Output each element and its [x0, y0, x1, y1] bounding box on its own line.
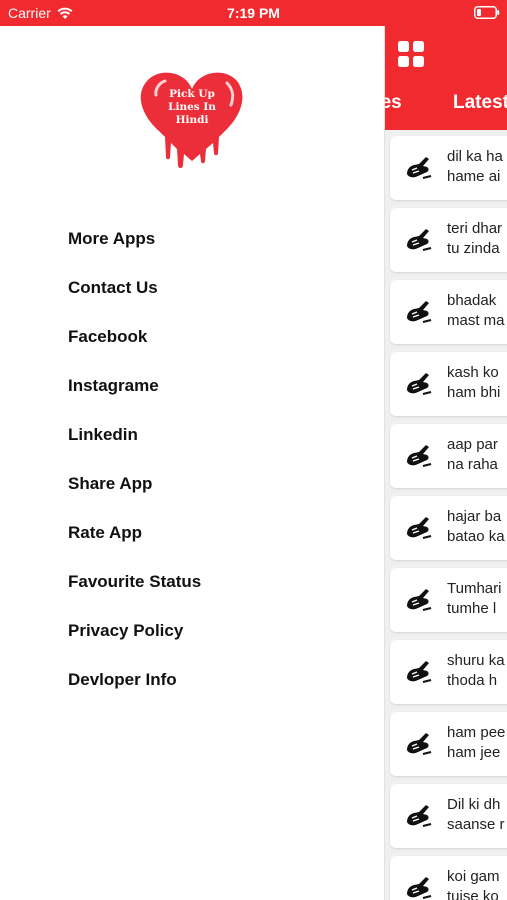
writing-hand-icon	[407, 157, 432, 179]
list-item[interactable]: kash ko ham bhi	[390, 352, 507, 416]
list-item-line1: Tumhari	[447, 580, 502, 597]
writing-hand-icon	[407, 373, 432, 395]
list-item[interactable]: teri dhar tu zinda	[390, 208, 507, 272]
list-item-line2: tujse ko	[447, 888, 499, 900]
list-item-text: hajar ba batao ka	[447, 507, 505, 547]
list-item-text: aap par na raha	[447, 435, 498, 475]
writing-hand-icon	[407, 445, 432, 467]
list-item[interactable]: Tumhari tumhe l	[390, 568, 507, 632]
list-item-line1: dil ka ha	[447, 148, 503, 165]
list-item-text: ham pee ham jee	[447, 723, 505, 763]
tab-jokes[interactable]: kes	[384, 92, 402, 114]
list-item-line2: na raha	[447, 456, 498, 473]
list-item-line2: thoda h	[447, 672, 498, 689]
list-item-text: Tumhari tumhe l	[447, 579, 501, 619]
battery-icon	[474, 6, 500, 19]
list-item[interactable]: ham pee ham jee	[390, 712, 507, 776]
app-header: kes Latest	[384, 26, 507, 130]
menu-item-share-app[interactable]: Share App	[68, 472, 201, 521]
list-item[interactable]: shuru ka thoda h	[390, 640, 507, 704]
list-item-line2: ham bhi	[447, 384, 501, 401]
writing-hand-icon	[407, 877, 432, 899]
list-item-text: shuru ka thoda h	[447, 651, 505, 691]
list-item-line2: tu zinda	[447, 240, 500, 257]
list-item-line1: Dil ki dh	[447, 796, 501, 813]
list-item[interactable]: koi gam tujse ko	[390, 856, 507, 900]
list-item-line2: hame ai	[447, 168, 501, 185]
menu-item-linkedin[interactable]: Linkedin	[68, 423, 201, 472]
list-item-line2: saanse r	[447, 816, 505, 833]
writing-hand-icon	[407, 589, 432, 611]
list-item-text: teri dhar tu zinda	[447, 219, 502, 259]
menu-item-developer-info[interactable]: Devloper Info	[68, 668, 201, 717]
writing-hand-icon	[407, 805, 432, 827]
menu-item-more-apps[interactable]: More Apps	[68, 227, 201, 276]
list-item[interactable]: hajar ba batao ka	[390, 496, 507, 560]
list-item-line1: aap par	[447, 436, 498, 453]
list-item-text: kash ko ham bhi	[447, 363, 500, 403]
list-item-line2: batao ka	[447, 528, 505, 545]
list-item-line1: kash ko	[447, 364, 499, 381]
list-item-line1: bhadak	[447, 292, 497, 309]
list-item[interactable]: aap par na raha	[390, 424, 507, 488]
list-item-text: Dil ki dh saanse r	[447, 795, 505, 835]
status-time: 7:19 PM	[227, 5, 280, 21]
list-item-text: koi gam tujse ko	[447, 867, 500, 900]
list-item-line1: ham pee	[447, 724, 506, 741]
menu-item-facebook[interactable]: Facebook	[68, 325, 201, 374]
list-item-line2: tumhe l	[447, 600, 497, 617]
logo-line3: Hindi	[176, 114, 209, 126]
logo-line2: Lines In	[168, 101, 216, 113]
status-bar: Carrier 7:19 PM	[0, 0, 507, 26]
menu-item-contact-us[interactable]: Contact Us	[68, 276, 201, 325]
list-item-line1: teri dhar	[447, 220, 503, 237]
writing-hand-icon	[407, 229, 432, 251]
main-content: kes Latest dil ka ha hame ai teri dhar t…	[384, 26, 507, 900]
writing-hand-icon	[407, 733, 432, 755]
menu-item-privacy-policy[interactable]: Privacy Policy	[68, 619, 201, 668]
menu-item-favourite-status[interactable]: Favourite Status	[68, 570, 201, 619]
menu-item-instagram[interactable]: Instagrame	[68, 374, 201, 423]
writing-hand-icon	[407, 661, 432, 683]
drawer-menu: More Apps Contact Us Facebook Instagrame…	[68, 227, 201, 717]
tab-latest[interactable]: Latest	[453, 92, 507, 114]
grid-icon[interactable]	[398, 41, 424, 67]
app-logo: Pick Up Lines In Hindi	[140, 72, 243, 168]
list-item[interactable]: dil ka ha hame ai	[390, 136, 507, 200]
logo-line1: Pick Up	[169, 88, 215, 100]
status-list: dil ka ha hame ai teri dhar tu zinda bha…	[390, 136, 507, 900]
list-item-line1: shuru ka	[447, 652, 505, 669]
list-item-text: bhadak mast ma	[447, 291, 505, 331]
navigation-drawer: Pick Up Lines In Hindi More Apps Contact…	[0, 26, 385, 900]
list-item-line2: ham jee	[447, 744, 501, 761]
writing-hand-icon	[407, 517, 432, 539]
list-item-line1: hajar ba	[447, 508, 502, 525]
writing-hand-icon	[407, 301, 432, 323]
list-item[interactable]: bhadak mast ma	[390, 280, 507, 344]
list-item-text: dil ka ha hame ai	[447, 147, 503, 187]
list-item-line1: koi gam	[447, 868, 500, 885]
menu-item-rate-app[interactable]: Rate App	[68, 521, 201, 570]
list-item-line2: mast ma	[447, 312, 505, 329]
list-item[interactable]: Dil ki dh saanse r	[390, 784, 507, 848]
